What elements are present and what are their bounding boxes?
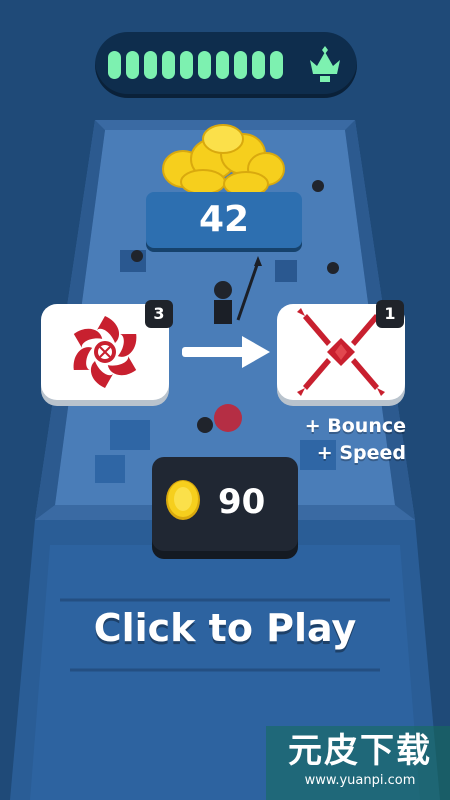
score-value: 42 — [198, 199, 250, 240]
progress-segments — [108, 45, 298, 85]
crown-icon — [310, 46, 340, 82]
current-weapon-level-badge: 3 — [145, 300, 173, 328]
coin-amount: 90 — [218, 482, 266, 522]
progress-segment — [144, 51, 157, 79]
watermark-title: 元皮下载 — [288, 731, 432, 771]
progress-segment — [234, 51, 247, 79]
coin-icon — [166, 480, 200, 520]
bonus-bounce: + Bounce — [304, 415, 406, 437]
progress-segment — [198, 51, 211, 79]
game-screen[interactable]: 42 3 1 + Bounce + Speed 90 Click to Play… — [0, 0, 450, 800]
next-weapon-level-badge: 1 — [376, 300, 404, 328]
progress-segment — [126, 51, 139, 79]
progress-segment — [180, 51, 193, 79]
progress-segment — [108, 51, 121, 79]
progress-segment — [162, 51, 175, 79]
progress-segment — [270, 51, 283, 79]
progress-segment — [252, 51, 265, 79]
progress-segment — [216, 51, 229, 79]
arrow-right-icon — [182, 336, 270, 368]
click-to-play-button[interactable]: Click to Play — [20, 598, 430, 658]
coin-pile — [162, 124, 285, 196]
watermark-url: www.yuanpi.com — [304, 773, 416, 788]
